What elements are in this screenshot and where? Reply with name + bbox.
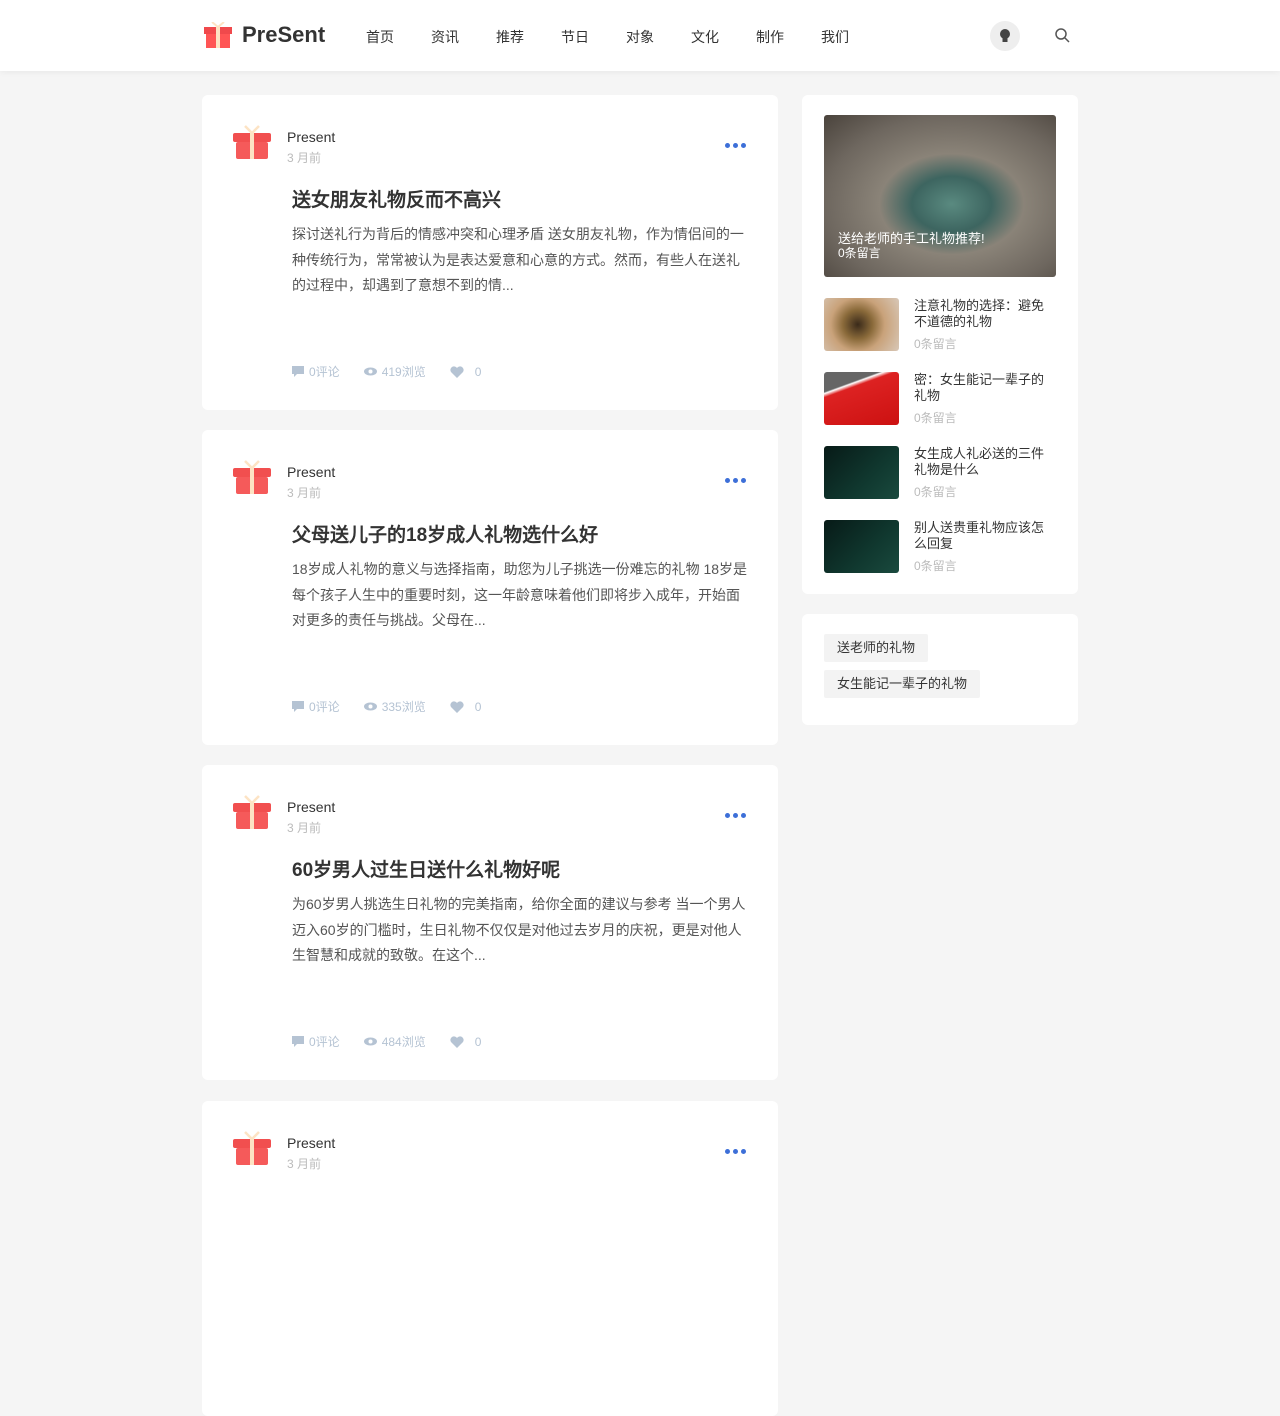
- post-meta: 0评论 335浏览 0: [292, 698, 505, 715]
- post-excerpt: 探讨送礼行为背后的情感冲突和心理矛盾 送女朋友礼物，作为情侣间的一种传统行为，常…: [292, 226, 744, 293]
- eye-icon: [363, 367, 377, 376]
- post-thumbnail[interactable]: [824, 372, 899, 425]
- view-count: 484浏览: [381, 1035, 426, 1049]
- logo-text: PreSent: [242, 22, 326, 47]
- post-title[interactable]: 60岁男人过生日送什么礼物好呢: [292, 855, 560, 882]
- gift-avatar-icon[interactable]: [232, 460, 272, 499]
- post-excerpt: 为60岁男人挑选生日礼物的完美指南，给你全面的建议与参考 当一个男人迈入60岁的…: [292, 896, 746, 963]
- eye-icon: [363, 702, 377, 711]
- post-author[interactable]: Present: [287, 799, 335, 815]
- post-time: 3 月前: [287, 821, 322, 835]
- recent-post-item[interactable]: 女生成人礼必送的三件礼物是什么 0条留言: [824, 446, 1049, 500]
- recent-post-comment-count: 0条留言: [914, 559, 957, 573]
- heart-icon: [450, 700, 464, 713]
- more-options-icon[interactable]: [725, 1149, 746, 1154]
- post-card: Present 3 月前 送女朋友礼物反而不高兴 探讨送礼行为背后的情感冲突和心…: [202, 95, 778, 410]
- post-author[interactable]: Present: [287, 1135, 335, 1151]
- featured-post[interactable]: 送给老师的手工礼物推荐! 0条留言: [824, 115, 1056, 277]
- views: 335浏览: [363, 698, 426, 715]
- gift-avatar-icon[interactable]: [232, 1131, 272, 1170]
- comment-icon: [292, 365, 304, 377]
- comments[interactable]: 0评论: [292, 1033, 340, 1050]
- recent-post-title[interactable]: 别人送贵重礼物应该怎么回复: [914, 520, 1049, 552]
- post-thumbnail[interactable]: [824, 520, 899, 573]
- gift-avatar-icon[interactable]: [232, 125, 272, 164]
- tag[interactable]: 送老师的礼物: [824, 634, 929, 662]
- more-options-icon[interactable]: [725, 478, 746, 483]
- post-card: Present 3 月前 父母送儿子的18岁成人礼物选什么好 18岁成人礼物的意…: [202, 430, 778, 745]
- recent-post-item[interactable]: 别人送贵重礼物应该怎么回复 0条留言: [824, 520, 1049, 574]
- post-title[interactable]: 父母送儿子的18岁成人礼物选什么好: [292, 520, 598, 547]
- recent-post-comment-count: 0条留言: [914, 411, 957, 425]
- more-options-icon[interactable]: [725, 143, 746, 148]
- recent-post-title[interactable]: 女生成人礼必送的三件礼物是什么: [914, 446, 1049, 478]
- recent-post-title[interactable]: 注意礼物的选择：避免不道德的礼物: [914, 298, 1049, 330]
- nav-holiday[interactable]: 节日: [561, 27, 589, 47]
- recent-post-title[interactable]: 密：女生能记一辈子的礼物: [914, 372, 1049, 404]
- view-count: 335浏览: [381, 700, 426, 714]
- main-nav: 首页 资讯 推荐 节日 对象 文化 制作 我们: [366, 27, 886, 47]
- recent-post-item[interactable]: 注意礼物的选择：避免不道德的礼物 0条留言: [824, 298, 1049, 352]
- post-card: Present 3 月前 60岁男人过生日送什么礼物好呢 为60岁男人挑选生日礼…: [202, 765, 778, 1080]
- nav-news[interactable]: 资讯: [431, 27, 459, 47]
- view-count: 419浏览: [381, 365, 426, 379]
- lightbulb-icon: [1000, 29, 1010, 42]
- search-button[interactable]: [1054, 27, 1070, 48]
- post-author[interactable]: Present: [287, 464, 335, 480]
- comment-count: 0评论: [309, 365, 340, 379]
- views: 484浏览: [363, 1033, 426, 1050]
- views: 419浏览: [363, 363, 426, 380]
- recent-post-item[interactable]: 密：女生能记一辈子的礼物 0条留言: [824, 372, 1049, 426]
- heart-icon: [450, 1035, 464, 1048]
- featured-comment-count: 0条留言: [838, 246, 881, 260]
- comments[interactable]: 0评论: [292, 363, 340, 380]
- heart-icon: [450, 365, 464, 378]
- likes[interactable]: 0: [450, 364, 482, 379]
- recent-post-comment-count: 0条留言: [914, 485, 957, 499]
- comment-count: 0评论: [309, 700, 340, 714]
- gift-logo-icon: [204, 22, 232, 48]
- logo[interactable]: PreSent: [202, 22, 325, 48]
- like-count: 0: [474, 364, 482, 379]
- post-time: 3 月前: [287, 151, 322, 165]
- likes[interactable]: 0: [450, 699, 482, 714]
- nav-culture[interactable]: 文化: [691, 27, 719, 47]
- header: PreSent 首页 资讯 推荐 节日 对象 文化 制作 我们: [0, 0, 1280, 71]
- post-meta: 0评论 484浏览 0: [292, 1033, 505, 1050]
- gift-avatar-icon[interactable]: [232, 795, 272, 834]
- post-thumbnail[interactable]: [824, 446, 899, 499]
- post-author[interactable]: Present: [287, 129, 335, 145]
- post-meta: 0评论 419浏览 0: [292, 363, 505, 380]
- nav-recipient[interactable]: 对象: [626, 27, 654, 47]
- post-thumbnail[interactable]: [824, 298, 899, 351]
- likes[interactable]: 0: [450, 1034, 482, 1049]
- search-icon: [1055, 28, 1070, 43]
- comments[interactable]: 0评论: [292, 698, 340, 715]
- tag[interactable]: 女生能记一辈子的礼物: [824, 670, 981, 698]
- post-excerpt: 18岁成人礼物的意义与选择指南，助您为儿子挑选一份难忘的礼物 18岁是每个孩子人…: [292, 561, 748, 628]
- post-time: 3 月前: [287, 486, 322, 500]
- nav-about[interactable]: 我们: [821, 27, 849, 47]
- like-count: 0: [474, 1034, 482, 1049]
- post-card: Present 3 月前: [202, 1101, 778, 1416]
- nav-home[interactable]: 首页: [366, 27, 394, 47]
- recent-post-comment-count: 0条留言: [914, 337, 957, 351]
- comment-icon: [292, 700, 304, 712]
- recent-posts-widget: 送给老师的手工礼物推荐! 0条留言 注意礼物的选择：避免不道德的礼物 0条留言 …: [802, 95, 1078, 594]
- eye-icon: [363, 1037, 377, 1046]
- nav-recommend[interactable]: 推荐: [496, 27, 524, 47]
- more-options-icon[interactable]: [725, 813, 746, 818]
- post-title[interactable]: 送女朋友礼物反而不高兴: [292, 185, 501, 212]
- post-time: 3 月前: [287, 1157, 322, 1171]
- nav-making[interactable]: 制作: [756, 27, 784, 47]
- comment-icon: [292, 1035, 304, 1047]
- like-count: 0: [474, 699, 482, 714]
- theme-toggle-button[interactable]: [990, 21, 1020, 51]
- tags-widget: 送老师的礼物 女生能记一辈子的礼物: [802, 614, 1078, 725]
- comment-count: 0评论: [309, 1035, 340, 1049]
